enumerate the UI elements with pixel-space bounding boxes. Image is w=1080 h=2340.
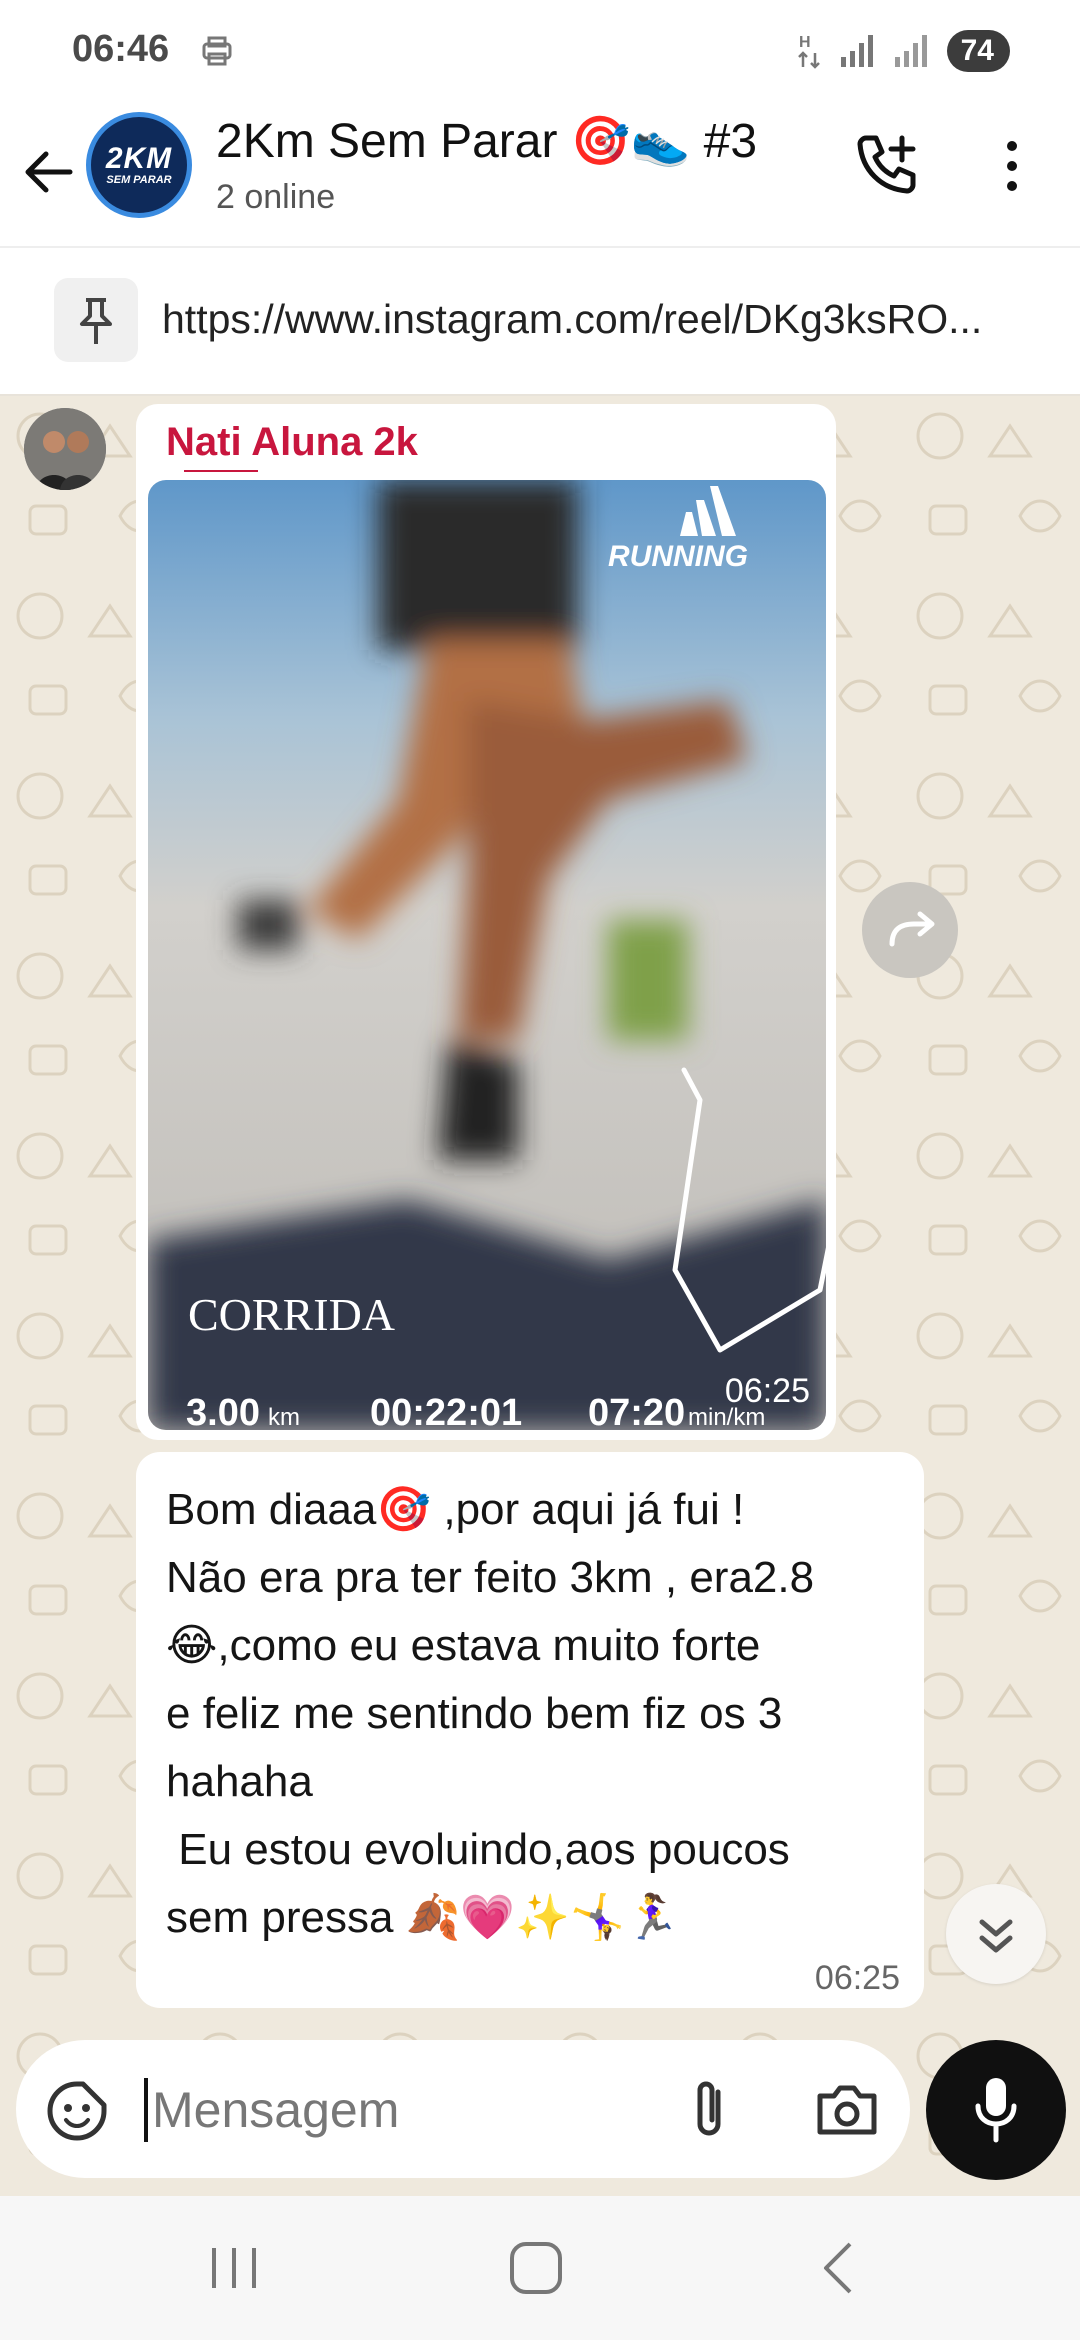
signal-icon-2	[894, 35, 927, 67]
home-icon[interactable]	[508, 2240, 564, 2296]
message-bubble-media[interactable]: Nati Aluna 2k RUNNING CORRIDA 3.00 km 00…	[136, 404, 836, 1440]
message-input[interactable]	[146, 2074, 672, 2146]
pinned-message-bar[interactable]: https://www.instagram.com/reel/DKg3ksRO.…	[0, 248, 1080, 396]
forward-button[interactable]	[862, 882, 958, 978]
scroll-to-bottom-button[interactable]	[946, 1884, 1046, 1984]
message-bubble-text[interactable]: Bom diaaa🎯 ,por aqui já fui ! Não era pr…	[136, 1452, 924, 2008]
pace-value: 07:20	[588, 1392, 685, 1430]
activity-label: CORRIDA	[188, 1289, 395, 1340]
chat-subtitle[interactable]: 2 online	[216, 178, 335, 217]
pin-icon	[80, 298, 112, 344]
double-chevron-down-icon	[979, 1919, 1013, 1953]
pinned-link[interactable]: https://www.instagram.com/reel/DKg3ksRO.…	[162, 296, 1042, 343]
group-avatar[interactable]: 2KM SEM PARAR	[86, 112, 192, 218]
group-avatar-subtext: SEM PARAR	[106, 174, 172, 186]
distance-value: 3.00	[186, 1392, 260, 1430]
print-icon	[202, 36, 232, 66]
group-avatar-text: 2KM	[105, 142, 173, 175]
duration-value: 00:22:01	[370, 1392, 522, 1430]
shared-reel-image[interactable]: RUNNING CORRIDA 3.00 km 00:22:01 07:20 m…	[148, 480, 826, 1430]
sender-name-underline	[184, 470, 258, 472]
signal-icon	[840, 35, 873, 67]
recent-apps-icon[interactable]	[208, 2244, 260, 2292]
status-time: 06:46	[72, 28, 170, 70]
system-back-icon[interactable]	[818, 2240, 858, 2296]
more-options-icon[interactable]	[992, 136, 1032, 196]
chat-title[interactable]: 2Km Sem Parar 🎯👟 #3	[216, 112, 757, 169]
camera-icon[interactable]	[814, 2080, 880, 2140]
back-arrow-icon[interactable]	[18, 140, 82, 204]
data-network-icon: H	[797, 34, 820, 69]
sender-name[interactable]: Nati Aluna 2k	[166, 420, 418, 465]
attachment-paperclip-icon[interactable]	[684, 2076, 734, 2142]
status-bar: 06:46 H 74	[0, 0, 1080, 100]
message-composer	[16, 2040, 910, 2178]
forward-icon	[889, 911, 935, 947]
message-timestamp: 06:25	[814, 1959, 900, 1997]
voice-message-button[interactable]	[926, 2040, 1066, 2180]
network-label: H	[799, 34, 811, 51]
battery-level: 74	[946, 30, 1010, 72]
distance-unit: km	[268, 1404, 300, 1430]
sticker-emoji-icon[interactable]	[46, 2080, 108, 2142]
sender-avatar[interactable]	[24, 408, 106, 490]
microphone-icon	[975, 2078, 1017, 2143]
brand-label: RUNNING	[608, 540, 748, 573]
system-navigation-bar	[0, 2196, 1080, 2340]
pin-icon-box	[54, 278, 138, 362]
chat-header: 2KM SEM PARAR 2Km Sem Parar 🎯👟 #3 2 onli…	[0, 100, 1080, 248]
chat-area[interactable]: Nati Aluna 2k RUNNING CORRIDA 3.00 km 00…	[0, 396, 1080, 2196]
media-timestamp: 06:25	[725, 1372, 810, 1410]
message-text: Bom diaaa🎯 ,por aqui já fui ! Não era pr…	[166, 1485, 815, 1942]
add-call-icon[interactable]	[852, 130, 922, 200]
